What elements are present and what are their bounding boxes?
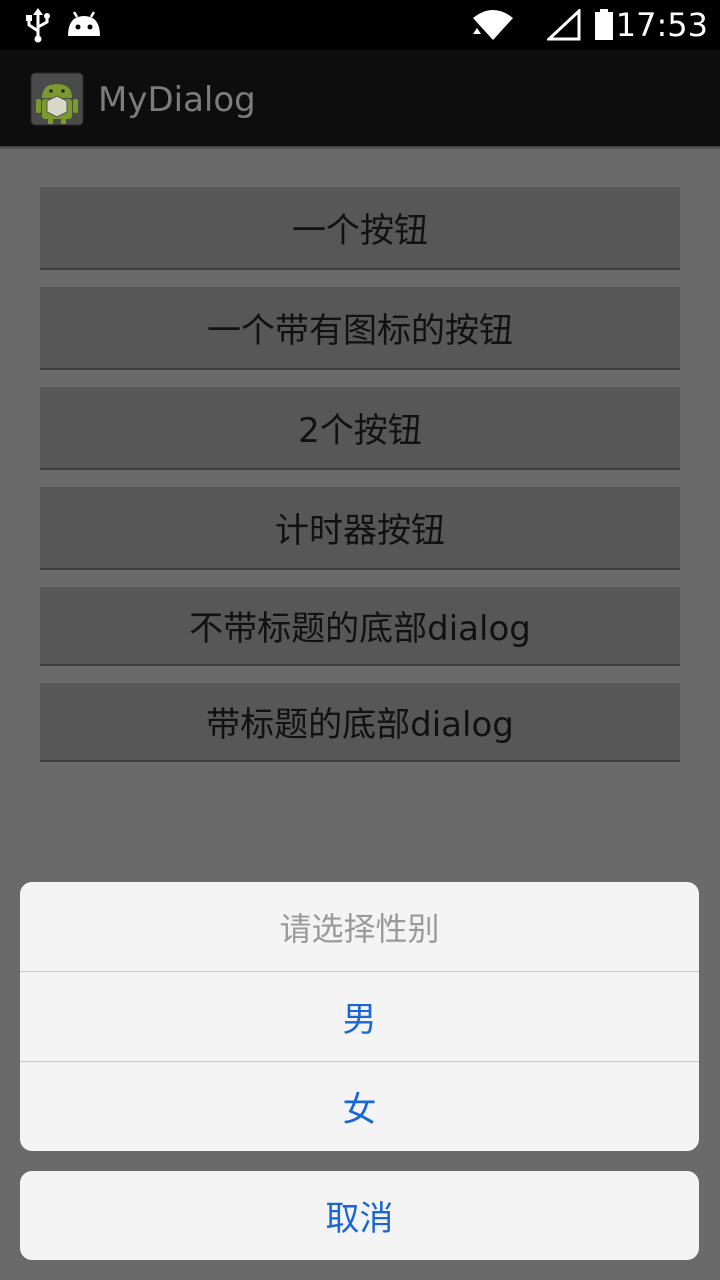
bottom-dialog-with-title-button[interactable]: 带标题的底部dialog — [40, 682, 680, 762]
two-buttons-button[interactable]: 2个按钮 — [40, 386, 680, 470]
button-with-icon-button[interactable]: 一个带有图标的按钮 — [40, 286, 680, 370]
action-bar: MyDialog — [0, 50, 720, 146]
status-bar: 17:53 — [0, 0, 720, 50]
android-debug-icon — [64, 0, 104, 50]
option-male[interactable]: 男 — [20, 972, 699, 1061]
app-title: MyDialog — [98, 80, 256, 120]
battery-icon — [592, 0, 616, 50]
timer-button[interactable]: 计时器按钮 — [40, 486, 680, 570]
android-app-icon[interactable] — [30, 72, 84, 126]
gender-action-sheet: 请选择性别 男 女 — [20, 882, 699, 1151]
option-female[interactable]: 女 — [20, 1062, 699, 1151]
one-button-button[interactable]: 一个按钮 — [40, 186, 680, 270]
status-time: 17:53 — [615, 6, 708, 44]
wifi-icon — [470, 0, 516, 50]
action-sheet-title: 请选择性别 — [279, 909, 440, 948]
action-bar-shadow — [0, 146, 720, 150]
usb-icon — [22, 0, 54, 50]
cancel-button[interactable]: 取消 — [20, 1171, 699, 1260]
bottom-dialog-no-title-button[interactable]: 不带标题的底部dialog — [40, 586, 680, 666]
signal-icon — [546, 0, 582, 50]
